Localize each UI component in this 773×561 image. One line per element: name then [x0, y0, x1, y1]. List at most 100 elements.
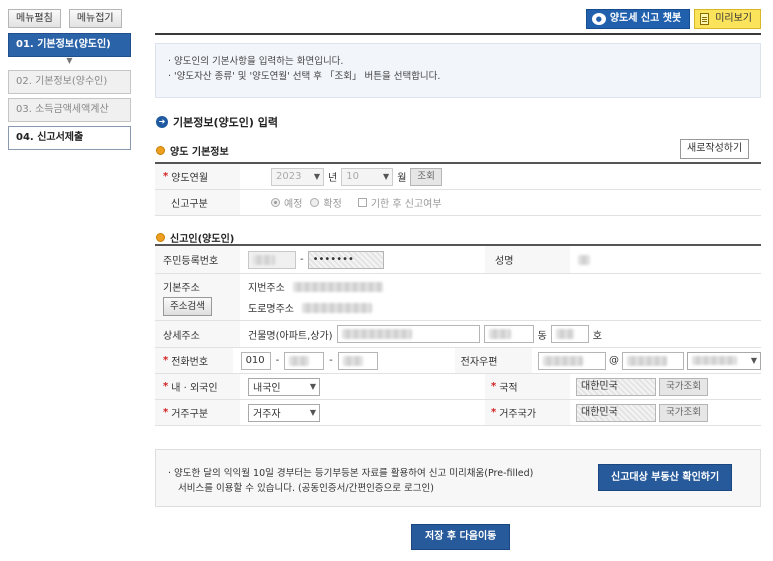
residence-country-search-button[interactable]: 국가조회 [659, 403, 708, 422]
masked-value [578, 254, 590, 265]
required-mark: * [163, 381, 169, 392]
residence-country-label: * 거주국가 [485, 400, 570, 425]
base-address-label: 기본주소 주소검색 [155, 274, 240, 320]
masked-value [627, 355, 667, 366]
email-domain-select[interactable]: ▼ [687, 351, 761, 370]
year-select[interactable]: 2023 ▼ [271, 167, 324, 186]
required-mark: * [163, 171, 169, 182]
step-basic-info-transferee[interactable]: 02. 기본정보(양수인) [8, 70, 131, 94]
step-basic-info-transferor[interactable]: 01. 기본정보(양도인) [8, 33, 131, 57]
subsection-title: 양도 기본정보 [170, 147, 229, 158]
table-row: 주민등록번호 - ••••••• 성명 [155, 246, 761, 274]
country-search-button[interactable]: 국가조회 [659, 377, 708, 396]
transfer-basic-table: * 양도연월 2023 ▼ 년 10 ▼ 월 조회 신고구분 예정 확정 기한 후 신… [155, 162, 761, 216]
year-value: 2023 [276, 171, 302, 182]
dong-input[interactable] [483, 325, 534, 343]
masked-value [555, 329, 574, 339]
chatbot-icon: ● [591, 13, 606, 25]
country-input[interactable]: 대한민국 [576, 377, 656, 396]
label-text: 전자우편 [460, 357, 498, 368]
menu-expand-button[interactable]: 메뉴펼침 [8, 9, 61, 28]
step-income-tax-calculation[interactable]: 03. 소득금액세액계산 [8, 98, 131, 122]
email-label: 전자우편 [454, 348, 532, 373]
residence-country-input[interactable]: 대한민국 [576, 403, 656, 422]
building-label: 건물명(아파트,상가) [248, 330, 333, 342]
residence-type-select[interactable]: 거주자 ▼ [248, 403, 320, 422]
email-domain-input[interactable] [622, 351, 684, 370]
top-actions: ● 양도세 신고 챗봇 미리보기 [585, 9, 761, 29]
address-cell: 지번주소 도로명주소 [240, 279, 383, 315]
country-label: * 국적 [485, 374, 570, 399]
email-at: @ [609, 355, 619, 366]
ho-input[interactable] [550, 325, 589, 343]
transfer-date-label: * 양도연월 [155, 164, 240, 189]
phone-prefix-input[interactable]: 010 [240, 351, 271, 370]
masked-value [342, 355, 363, 366]
inquiry-button[interactable]: 조회 [410, 167, 442, 186]
table-row: * 전화번호 010 - - 전자우편 @ ▼ [155, 348, 761, 374]
ho-unit: 호 [592, 330, 602, 342]
label-text: 거주국가 [499, 409, 537, 420]
dash: - [329, 355, 333, 366]
label-text: 성명 [495, 256, 514, 267]
step-down-arrow-icon: ▼ [66, 56, 73, 65]
radio-scheduled[interactable] [271, 198, 280, 207]
bullet-dot-icon [156, 233, 165, 242]
detail-address-cell: 건물명(아파트,상가) 동 호 [240, 325, 602, 343]
bullet-dot-icon [156, 146, 165, 155]
masked-value [253, 254, 275, 265]
menu-collapse-button[interactable]: 메뉴접기 [68, 9, 122, 28]
table-row: * 내 · 외국인 내국인 ▼ * 국적 대한민국 국가조회 [155, 374, 761, 400]
chevron-down-icon: ▼ [383, 172, 390, 181]
nationality-type-select[interactable]: 내국인 ▼ [248, 377, 320, 396]
dong-unit: 동 [537, 330, 547, 342]
phone-cell: 010 - - [233, 351, 455, 370]
select-value: 거주자 [253, 409, 281, 420]
road-address-label: 도로명주소 [248, 304, 294, 315]
masked-value [543, 355, 583, 366]
dash: - [275, 355, 280, 366]
step-submit-return[interactable]: 04. 신고서제출 [8, 126, 131, 150]
label-text: 상세주소 [163, 330, 200, 342]
year-unit: 년 [328, 173, 338, 184]
table-row: 기본주소 주소검색 지번주소 도로명주소 [155, 274, 761, 321]
phone-last-input[interactable] [337, 351, 378, 370]
required-mark: * [163, 355, 169, 366]
circle-arrow-icon: ➜ [156, 116, 168, 128]
guide-line: '양도자산 종류' 및 '양도연월' 선택 후 「조회」 버튼을 선택합니다. [168, 69, 748, 84]
preview-button[interactable]: 미리보기 [694, 9, 761, 29]
late-filing-checkbox[interactable] [357, 198, 367, 207]
menu-toggle-group: 메뉴펼침 메뉴접기 [8, 9, 122, 28]
notice-line-text: 양도한 달의 익익월 10일 경부터는 등기부등본 자료를 활용하여 신고 미리… [174, 468, 534, 479]
late-filing-label: 기한 후 신고여부 [370, 199, 442, 210]
label-text: 거주구분 [171, 409, 209, 420]
country-cell: 대한민국 국가조회 [570, 377, 708, 396]
building-input[interactable] [336, 325, 480, 343]
subsection-transfer-basic: 양도 기본정보 [156, 143, 229, 158]
email-id-input[interactable] [538, 351, 606, 370]
required-mark: * [491, 381, 497, 392]
notice-line: 서비스를 이용할 수 있습니다. (공동인증서/간편인증으로 로그인) [168, 481, 578, 496]
check-target-property-button[interactable]: 신고대상 부동산 확인하기 [598, 464, 733, 491]
rrn-back-input[interactable]: ••••••• [307, 250, 384, 269]
phone-middle-input[interactable] [284, 351, 325, 370]
required-mark: * [163, 407, 169, 418]
preview-label: 미리보기 [715, 13, 752, 24]
chatbot-label: 양도세 신고 챗봇 [609, 13, 682, 24]
radio-final[interactable] [310, 198, 320, 207]
address-search-button[interactable]: 주소검색 [163, 296, 212, 316]
table-row: * 양도연월 2023 ▼ 년 10 ▼ 월 조회 [155, 164, 761, 190]
rrn-front-input[interactable] [248, 250, 296, 269]
residence-type-cell: 거주자 ▼ [240, 403, 485, 422]
chatbot-button[interactable]: ● 양도세 신고 챗봇 [585, 9, 691, 29]
label-text: 전화번호 [171, 357, 209, 368]
month-select[interactable]: 10 ▼ [341, 167, 394, 186]
chevron-down-icon: ▼ [309, 408, 316, 417]
new-write-button[interactable]: 새로작성하기 [680, 139, 750, 159]
save-next-button[interactable]: 저장 후 다음이동 [411, 524, 511, 550]
transfer-date-cell: 2023 ▼ 년 10 ▼ 월 조회 [240, 167, 442, 186]
nationality-type-label: * 내 · 외국인 [155, 374, 240, 399]
name-cell [570, 254, 590, 265]
month-value: 10 [346, 171, 359, 182]
lot-address-label: 지번주소 [248, 283, 285, 294]
